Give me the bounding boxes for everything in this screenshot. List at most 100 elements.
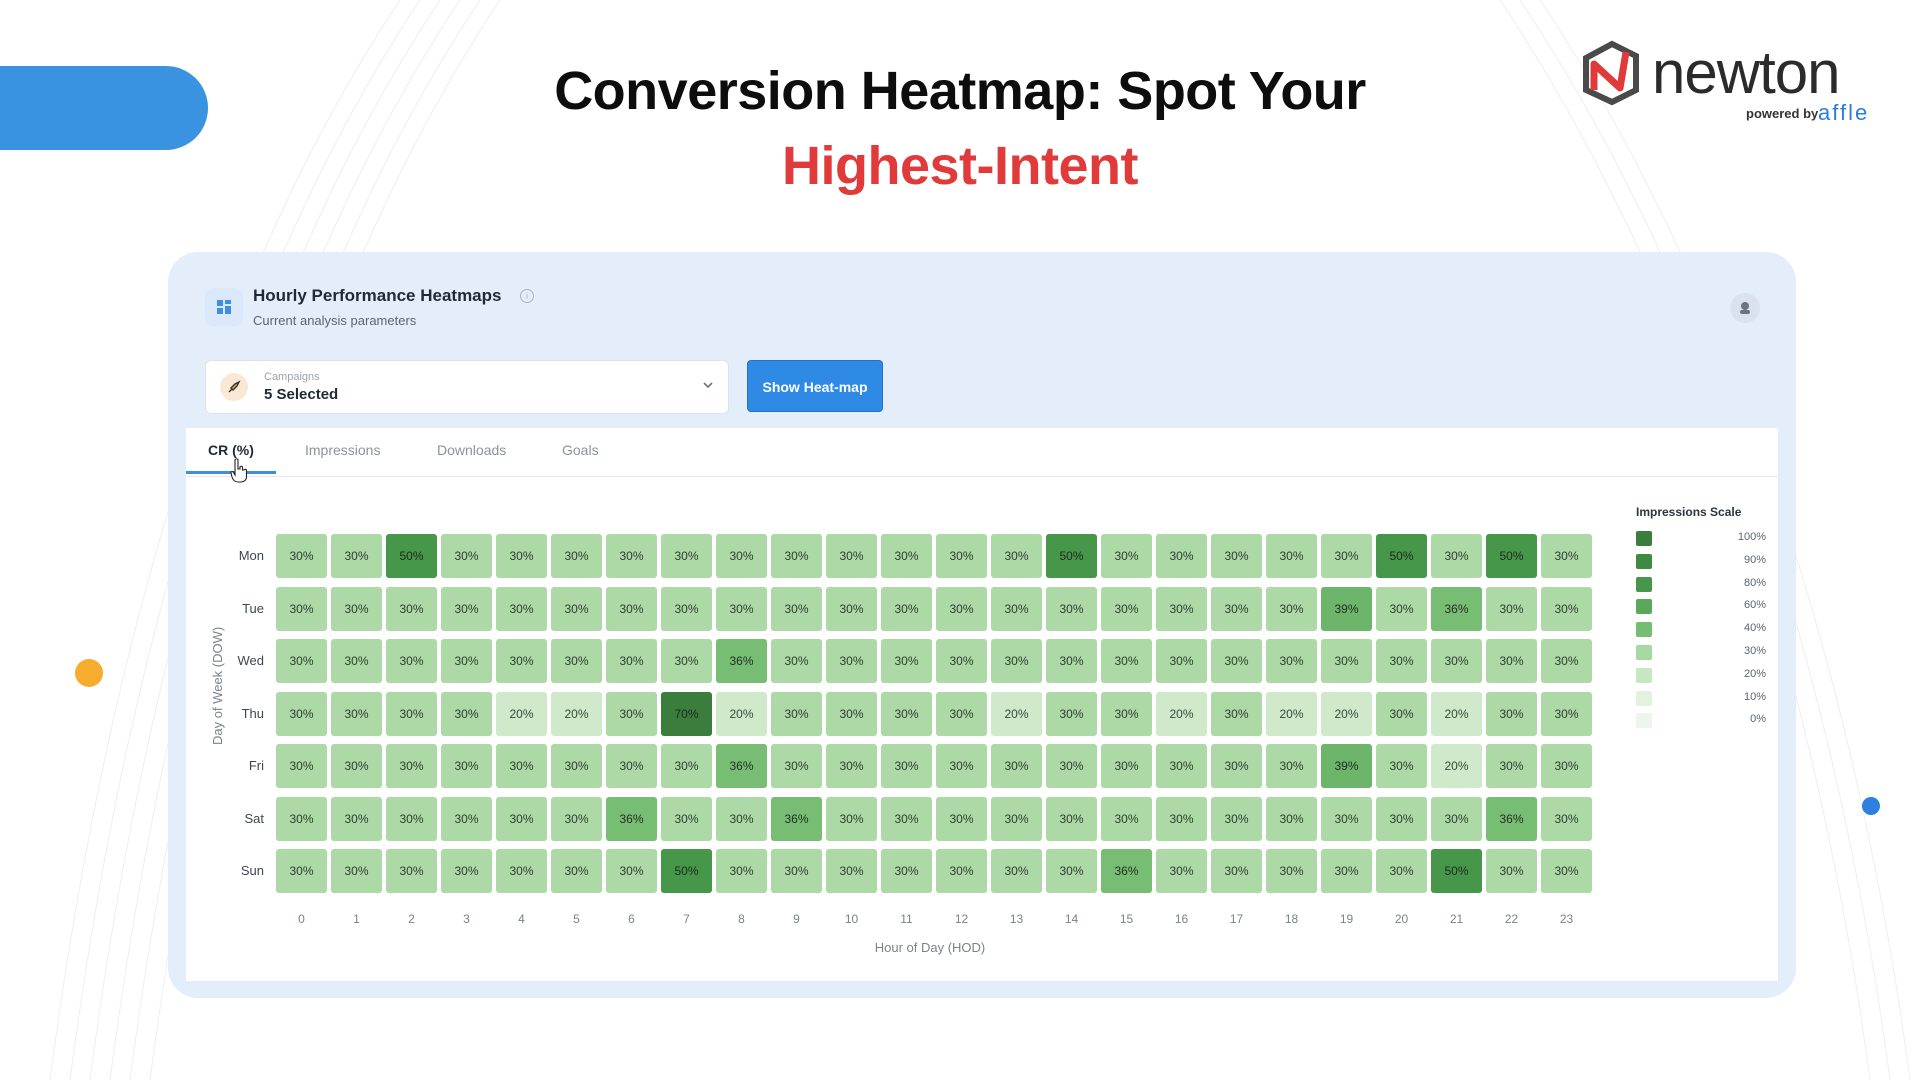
heatmap-cell[interactable]: 30% <box>1101 534 1152 578</box>
heatmap-cell[interactable]: 30% <box>1156 849 1207 893</box>
heatmap-cell[interactable]: 30% <box>826 849 877 893</box>
heatmap-cell[interactable]: 30% <box>1156 586 1207 631</box>
heatmap-cell[interactable]: 30% <box>606 586 657 631</box>
heatmap-cell[interactable]: 30% <box>1101 796 1152 841</box>
heatmap-cell[interactable]: 50% <box>1046 534 1097 578</box>
heatmap-cell[interactable]: 30% <box>771 691 822 736</box>
heatmap-cell[interactable]: 30% <box>386 639 437 683</box>
heatmap-cell[interactable]: 36% <box>1431 586 1482 631</box>
heatmap-cell[interactable]: 30% <box>1266 639 1317 683</box>
heatmap-cell[interactable]: 30% <box>881 586 932 631</box>
heatmap-cell[interactable]: 36% <box>606 796 657 841</box>
heatmap-cell[interactable]: 30% <box>1156 744 1207 788</box>
heatmap-cell[interactable]: 30% <box>551 639 602 683</box>
heatmap-cell[interactable]: 30% <box>1046 849 1097 893</box>
heatmap-cell[interactable]: 30% <box>1431 639 1482 683</box>
heatmap-cell[interactable]: 30% <box>551 586 602 631</box>
heatmap-cell[interactable]: 30% <box>991 639 1042 683</box>
heatmap-cell[interactable]: 30% <box>991 586 1042 631</box>
heatmap-cell[interactable]: 20% <box>496 691 547 736</box>
heatmap-cell[interactable]: 20% <box>991 691 1042 736</box>
heatmap-cell[interactable]: 30% <box>496 639 547 683</box>
heatmap-cell[interactable]: 30% <box>276 744 327 788</box>
heatmap-cell[interactable]: 30% <box>276 586 327 631</box>
heatmap-cell[interactable]: 30% <box>826 796 877 841</box>
heatmap-cell[interactable]: 30% <box>661 586 712 631</box>
heatmap-cell[interactable]: 30% <box>1211 586 1262 631</box>
heatmap-cell[interactable]: 70% <box>661 691 712 736</box>
heatmap-cell[interactable]: 30% <box>386 586 437 631</box>
heatmap-cell[interactable]: 30% <box>661 796 712 841</box>
heatmap-cell[interactable]: 30% <box>1486 691 1537 736</box>
heatmap-cell[interactable]: 30% <box>936 586 987 631</box>
heatmap-cell[interactable]: 50% <box>1431 849 1482 893</box>
heatmap-cell[interactable]: 30% <box>661 639 712 683</box>
heatmap-cell[interactable]: 30% <box>1266 534 1317 578</box>
heatmap-cell[interactable]: 30% <box>771 534 822 578</box>
heatmap-cell[interactable]: 30% <box>276 534 327 578</box>
heatmap-cell[interactable]: 30% <box>1101 691 1152 736</box>
heatmap-cell[interactable]: 30% <box>331 691 382 736</box>
heatmap-cell[interactable]: 30% <box>936 639 987 683</box>
heatmap-cell[interactable]: 30% <box>716 534 767 578</box>
heatmap-cell[interactable]: 30% <box>881 849 932 893</box>
heatmap-cell[interactable]: 30% <box>1376 639 1427 683</box>
show-heatmap-button[interactable]: Show Heat-map <box>747 360 883 412</box>
heatmap-cell[interactable]: 30% <box>936 534 987 578</box>
heatmap-cell[interactable]: 30% <box>276 796 327 841</box>
heatmap-cell[interactable]: 30% <box>1541 744 1592 788</box>
heatmap-cell[interactable]: 20% <box>551 691 602 736</box>
heatmap-cell[interactable]: 30% <box>1156 796 1207 841</box>
heatmap-cell[interactable]: 30% <box>991 534 1042 578</box>
heatmap-cell[interactable]: 30% <box>496 534 547 578</box>
heatmap-cell[interactable]: 30% <box>331 534 382 578</box>
heatmap-cell[interactable]: 30% <box>1541 796 1592 841</box>
heatmap-cell[interactable]: 30% <box>551 849 602 893</box>
heatmap-cell[interactable]: 30% <box>606 639 657 683</box>
heatmap-cell[interactable]: 30% <box>881 691 932 736</box>
heatmap-cell[interactable]: 30% <box>936 744 987 788</box>
heatmap-cell[interactable]: 30% <box>826 744 877 788</box>
heatmap-cell[interactable]: 30% <box>276 849 327 893</box>
heatmap-cell[interactable]: 30% <box>551 534 602 578</box>
campaigns-select[interactable]: Campaigns 5 Selected <box>205 360 729 414</box>
heatmap-cell[interactable]: 30% <box>1046 691 1097 736</box>
heatmap-cell[interactable]: 30% <box>936 796 987 841</box>
heatmap-cell[interactable]: 30% <box>1541 691 1592 736</box>
heatmap-cell[interactable]: 30% <box>276 691 327 736</box>
heatmap-cell[interactable]: 30% <box>1211 849 1262 893</box>
heatmap-cell[interactable]: 30% <box>1156 534 1207 578</box>
heatmap-cell[interactable]: 30% <box>331 796 382 841</box>
heatmap-cell[interactable]: 50% <box>386 534 437 578</box>
heatmap-cell[interactable]: 30% <box>881 796 932 841</box>
tab-goals[interactable]: Goals <box>562 442 599 458</box>
heatmap-cell[interactable]: 30% <box>991 796 1042 841</box>
heatmap-cell[interactable]: 30% <box>1486 744 1537 788</box>
heatmap-cell[interactable]: 30% <box>1046 586 1097 631</box>
heatmap-cell[interactable]: 30% <box>716 586 767 631</box>
heatmap-cell[interactable]: 36% <box>771 796 822 841</box>
heatmap-cell[interactable]: 30% <box>991 744 1042 788</box>
heatmap-cell[interactable]: 30% <box>496 849 547 893</box>
heatmap-cell[interactable]: 30% <box>1211 639 1262 683</box>
heatmap-cell[interactable]: 30% <box>1266 586 1317 631</box>
heatmap-cell[interactable]: 30% <box>1266 849 1317 893</box>
heatmap-cell[interactable]: 30% <box>771 849 822 893</box>
heatmap-cell[interactable]: 30% <box>881 534 932 578</box>
heatmap-cell[interactable]: 39% <box>1321 744 1372 788</box>
heatmap-cell[interactable]: 30% <box>606 744 657 788</box>
heatmap-cell[interactable]: 36% <box>716 639 767 683</box>
heatmap-cell[interactable]: 30% <box>1376 796 1427 841</box>
heatmap-cell[interactable]: 36% <box>1101 849 1152 893</box>
heatmap-cell[interactable]: 30% <box>661 534 712 578</box>
heatmap-cell[interactable]: 30% <box>1266 796 1317 841</box>
heatmap-cell[interactable]: 30% <box>1266 744 1317 788</box>
heatmap-cell[interactable]: 30% <box>331 639 382 683</box>
heatmap-cell[interactable]: 39% <box>1321 586 1372 631</box>
heatmap-cell[interactable]: 30% <box>441 744 492 788</box>
heatmap-cell[interactable]: 30% <box>1046 744 1097 788</box>
heatmap-cell[interactable]: 30% <box>1211 796 1262 841</box>
heatmap-cell[interactable]: 30% <box>386 796 437 841</box>
heatmap-cell[interactable]: 30% <box>1376 691 1427 736</box>
heatmap-cell[interactable]: 30% <box>441 534 492 578</box>
